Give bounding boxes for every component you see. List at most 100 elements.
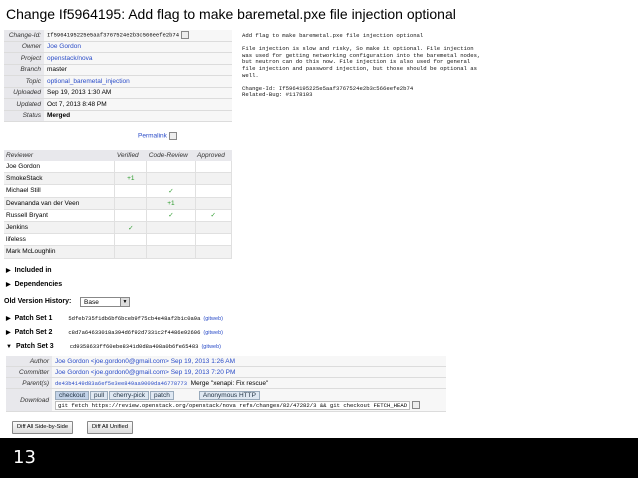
reviewer-name: Russell Bryant xyxy=(4,209,116,222)
vote-cell xyxy=(114,197,148,210)
patch-set-revision: cd9358633ff60ebe8341d0d8a408a0b6fe65483 xyxy=(69,343,199,350)
vote-cell: ✓ xyxy=(146,184,196,198)
patch-set-1-toggle[interactable]: ▶ Patch Set 1 5dfeb735f1db6bf6bceb9f75cb4e… xyxy=(6,315,223,322)
patch-set-3-details: Author Joe Gordon <joe.gordon0@gmail.com… xyxy=(6,356,446,412)
copy-icon[interactable] xyxy=(181,31,190,40)
approvals-table: Reviewer Verified Code-Review Approved Joe … xyxy=(4,150,233,259)
reviewer-row: Russell Bryant ✓ ✓ xyxy=(4,209,233,222)
info-value: Sep 19, 2013 1:30 AM xyxy=(47,89,112,97)
info-value[interactable]: Joe Gordon xyxy=(47,43,81,50)
change-info-table: Change-Id: If5964195225e5aaf3767524e2b3c5… xyxy=(4,30,232,122)
collapse-triangle-icon: ▼ xyxy=(6,344,12,350)
patch-set-revision: 5dfeb735f1db6bf6bceb9f75cb4e48af2b1c0a9a xyxy=(68,315,201,322)
patch-set-label: Patch Set 2 xyxy=(14,329,53,336)
download-tab[interactable]: patch xyxy=(149,390,174,400)
included-in-toggle[interactable]: ▶ Included in xyxy=(6,267,52,274)
download-tabs: checkout pull cherry-pick patch Anonymous HT… xyxy=(55,390,261,400)
vote-cell xyxy=(195,245,233,259)
patch-set-label: Patch Set 3 xyxy=(15,343,54,350)
vote-cell xyxy=(146,233,196,247)
reviewer-name: Jenkins xyxy=(4,221,116,235)
reviewer-row: Michael Still ✓ xyxy=(4,184,233,198)
download-tab[interactable]: pull xyxy=(90,390,109,400)
old-version-selected: Base xyxy=(84,299,99,306)
expand-triangle-icon: ▶ xyxy=(6,268,11,274)
committer-value[interactable]: Joe Gordon <joe.gordon0@gmail.com> Sep 1… xyxy=(55,369,235,376)
copy-icon[interactable] xyxy=(412,400,421,409)
download-tab[interactable]: Anonymous HTTP xyxy=(198,390,260,400)
reviewer-row: Joe Gordon xyxy=(4,161,233,174)
reviewer-name: Devananda van der Veen xyxy=(4,197,116,210)
vote-cell xyxy=(195,233,233,247)
download-command[interactable]: git fetch https://review.openstack.org/o… xyxy=(55,400,411,410)
info-key: Change-Id: xyxy=(4,30,44,42)
approvals-header: Verified xyxy=(114,150,147,161)
download-tab[interactable]: cherry-pick xyxy=(109,390,149,400)
expand-triangle-icon: ▶ xyxy=(6,282,11,288)
vote-cell: ✓ xyxy=(146,209,196,222)
vote-cell xyxy=(146,221,196,235)
download-tab[interactable]: checkout xyxy=(55,390,90,400)
page-title: Change If5964195: Add flag to make barem… xyxy=(6,6,456,22)
info-key: Uploaded xyxy=(4,87,44,99)
author-value[interactable]: Joe Gordon <joe.gordon0@gmail.com> Sep 1… xyxy=(55,358,235,365)
commit-message: Add flag to make baremetal.pxe file inje… xyxy=(242,32,481,99)
vote-cell xyxy=(195,221,233,235)
parent-message: Merge "xenapi: Fix rescue" xyxy=(190,379,269,387)
info-row: Branch master xyxy=(4,64,232,76)
vote-cell xyxy=(195,184,233,198)
info-row: Project openstack/nova xyxy=(4,52,232,65)
info-key: Owner xyxy=(4,41,44,53)
expand-triangle-icon: ▶ xyxy=(6,330,11,336)
info-key: Status xyxy=(4,110,44,122)
parent-rev[interactable]: de43b4149d83a6ef5e3ee849aa9009da46778773 xyxy=(55,380,187,387)
reviewer-name: Michael Still xyxy=(4,184,116,198)
vote-cell xyxy=(114,161,148,174)
info-value[interactable]: openstack/nova xyxy=(47,55,93,62)
patch-set-3-toggle[interactable]: ▼ Patch Set 3 cd9358633ff60ebe8341d0d8a408… xyxy=(6,343,221,350)
info-key: Project xyxy=(4,52,44,65)
approvals-header: Code-Review xyxy=(146,150,196,161)
permalink-link[interactable]: Permalink xyxy=(138,132,177,140)
slide-footer: 13 xyxy=(0,438,638,478)
diff-all-unified-button[interactable]: Diff All Unified xyxy=(87,421,133,434)
patch-set-revision: c8d7a64633018a394d6f92d7331c2f4486e92606 xyxy=(68,329,201,336)
reviewer-name: SmokeStack xyxy=(4,172,116,186)
reviewer-row: lifeless xyxy=(4,233,233,247)
patch-set-2-toggle[interactable]: ▶ Patch Set 2 c8d7a64633018a394d6f92d7331c… xyxy=(6,329,223,336)
diff-all-side-by-side-button[interactable]: Diff All Side-by-Side xyxy=(12,421,74,434)
approvals-header: Reviewer xyxy=(4,150,115,161)
reviewer-row: Devananda van der Veen +1 xyxy=(4,197,233,210)
slide: Change If5964195: Add flag to make barem… xyxy=(0,0,638,438)
vote-cell: ✓ xyxy=(114,221,148,235)
reviewer-row: SmokeStack +1 xyxy=(4,172,233,186)
info-value: Oct 7, 2013 8:48 PM xyxy=(47,100,107,108)
info-key: Branch xyxy=(4,64,44,76)
info-row: Status Merged xyxy=(4,110,232,122)
reviewer-name: lifeless xyxy=(4,233,116,247)
patch-set-label: Patch Set 1 xyxy=(14,315,53,322)
info-value: master xyxy=(47,66,67,74)
info-key: Topic xyxy=(4,75,44,88)
author-key: Author xyxy=(6,356,52,367)
dependencies-toggle[interactable]: ▶ Dependencies xyxy=(6,281,62,288)
gitweb-link[interactable]: (gitweb) xyxy=(203,330,223,336)
dropdown-arrow-icon: ▼ xyxy=(120,298,129,306)
reviewer-row: Jenkins ✓ xyxy=(4,221,233,235)
gitweb-link[interactable]: (gitweb) xyxy=(201,344,221,350)
permalink-label[interactable]: Permalink xyxy=(138,133,167,140)
info-value: Merged xyxy=(47,112,71,120)
gitweb-link[interactable]: (gitweb) xyxy=(203,316,223,322)
slide-number: 13 xyxy=(13,447,36,468)
committer-key: Committer xyxy=(6,366,52,378)
info-row: Updated Oct 7, 2013 8:48 PM xyxy=(4,98,232,111)
reviewer-row: Mark McLoughlin xyxy=(4,245,233,259)
info-row: Change-Id: If5964195225e5aaf3767524e2b3c5… xyxy=(4,30,232,42)
info-row: Uploaded Sep 19, 2013 1:30 AM xyxy=(4,87,232,99)
vote-cell xyxy=(146,245,196,259)
old-version-select[interactable]: Base ▼ xyxy=(80,297,130,307)
old-version-history-label: Old Version History: xyxy=(4,298,72,305)
vote-cell xyxy=(114,184,148,198)
info-value[interactable]: optional_baremetal_injection xyxy=(47,78,130,85)
reviewer-name: Joe Gordon xyxy=(4,161,116,174)
